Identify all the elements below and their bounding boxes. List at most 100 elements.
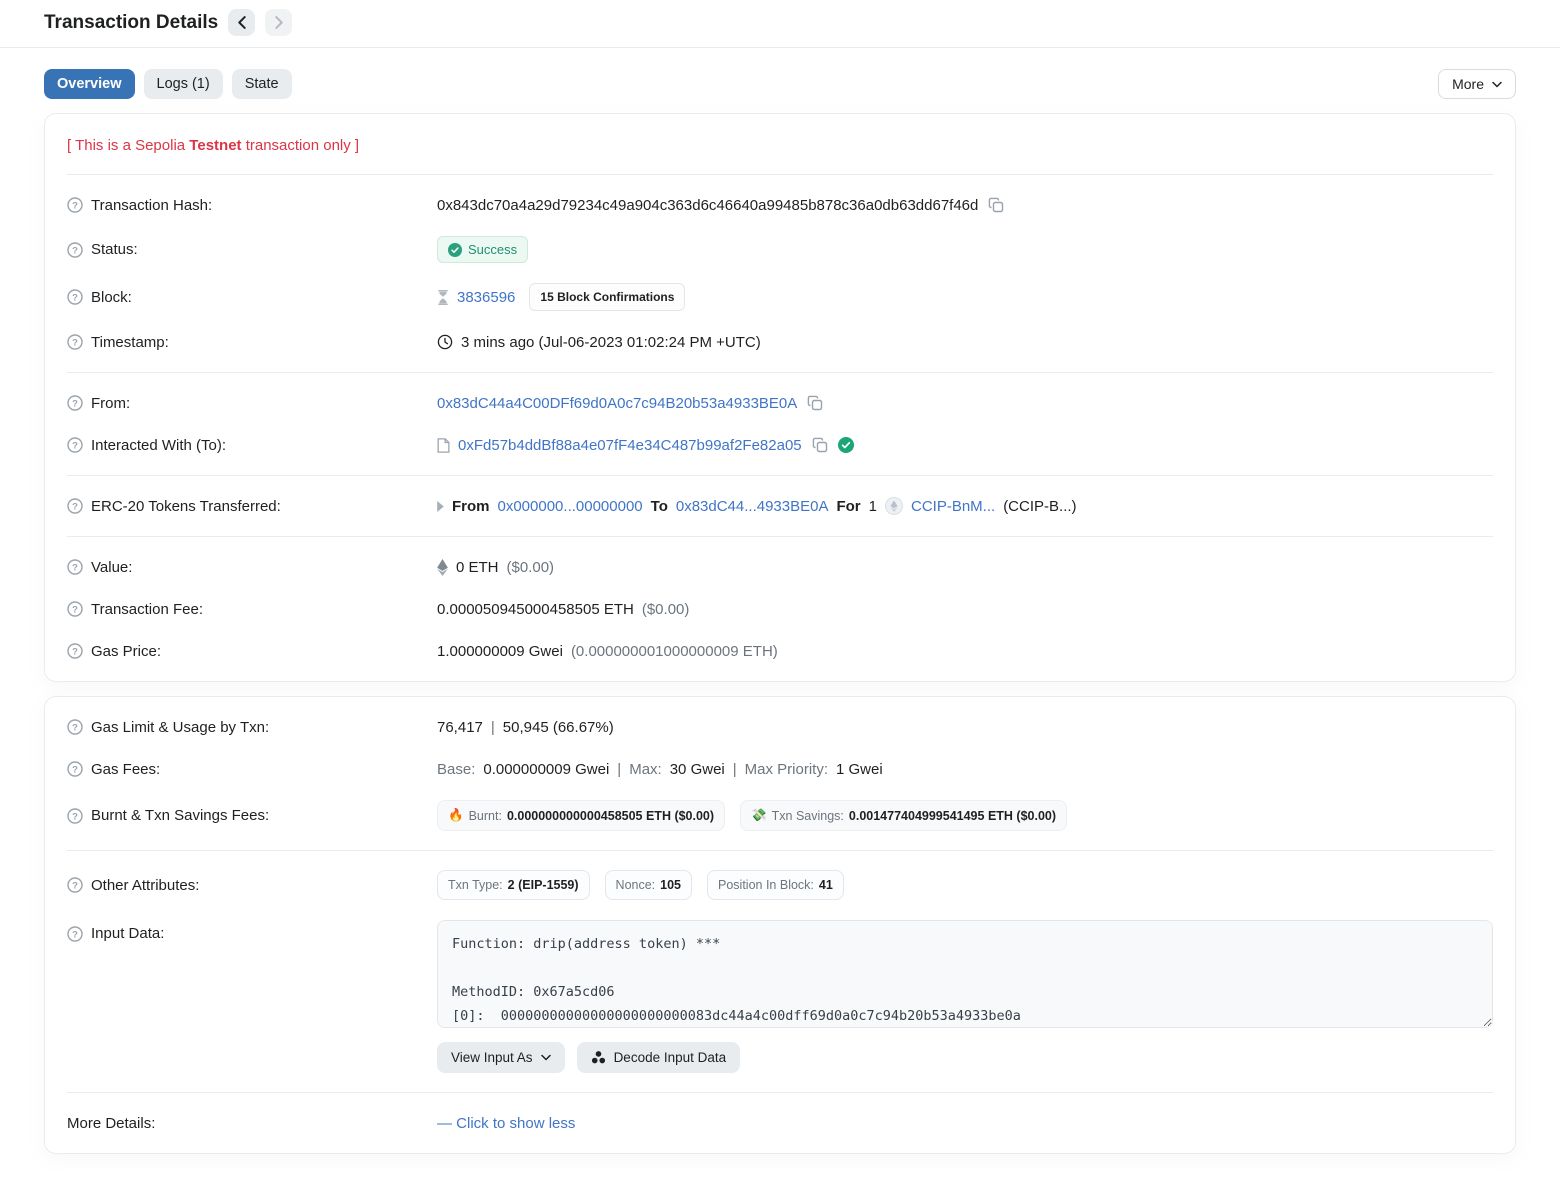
prev-transaction-button[interactable] [228,9,255,36]
copy-from-address-button[interactable] [805,395,825,411]
decode-input-data-label: Decode Input Data [614,1050,727,1065]
copy-to-address-button[interactable] [810,437,830,453]
caret-right-icon [437,501,444,512]
transfer-to-address-link[interactable]: 0x83dC44...4933BE0A [676,498,829,515]
help-icon[interactable]: ? [67,437,83,453]
status-badge: Success [437,236,528,263]
divider [67,536,1493,537]
value-label: ? Value: [67,559,437,576]
fee-usd: ($0.00) [642,601,690,618]
transfer-to-word: To [651,498,668,515]
gas-price-value: 1.000000009 Gwei (0.000000001000000009 E… [437,643,1493,660]
contract-file-icon [437,438,450,453]
help-icon[interactable]: ? [67,877,83,893]
svg-text:?: ? [72,880,78,891]
tab-state[interactable]: State [232,69,292,99]
divider [67,1092,1493,1093]
block-number-link[interactable]: 3836596 [457,289,515,306]
burnt-savings-value: 🔥 Burnt: 0.000000000000458505 ETH ($0.00… [437,800,1493,831]
next-transaction-button[interactable] [265,9,292,36]
block-confirmations-badge: 15 Block Confirmations [529,283,685,311]
erc20-transfers-row: ? ERC-20 Tokens Transferred: From 0x0000… [67,485,1493,527]
block-value: 3836596 15 Block Confirmations [437,283,1493,311]
help-icon[interactable]: ? [67,761,83,777]
help-icon[interactable]: ? [67,926,83,942]
block-label: ? Block: [67,289,437,306]
svg-text:?: ? [72,292,78,303]
help-icon[interactable]: ? [67,395,83,411]
svg-text:?: ? [72,811,78,822]
page-header: Transaction Details [0,0,1560,48]
row-label-text: Other Attributes: [91,877,199,894]
check-circle-icon [448,243,462,257]
help-icon[interactable]: ? [67,289,83,305]
value-value: 0 ETH ($0.00) [437,559,1493,576]
block-row: ? Block: 3836596 15 Block Confirmations [67,273,1493,321]
more-dropdown-button[interactable]: More [1438,69,1516,99]
help-icon[interactable]: ? [67,808,83,824]
transaction-hash-value: 0x843dc70a4a29d79234c49a904c363d6c46640a… [437,197,1493,214]
input-data-textarea[interactable]: Function: drip(address token) *** Method… [437,920,1493,1028]
base-fee: 0.000000009 Gwei [483,761,609,778]
copy-hash-button[interactable] [986,197,1006,213]
svg-text:?: ? [72,722,78,733]
svg-text:?: ? [72,604,78,615]
nonce-badge: Nonce: 105 [605,870,692,900]
txn-type-badge: Txn Type: 2 (EIP-1559) [437,870,590,900]
row-label-text: Value: [91,559,132,576]
status-badge-text: Success [468,242,517,257]
tab-overview[interactable]: Overview [44,69,135,99]
row-label-text: Block: [91,289,132,306]
txn-savings-badge: 💸 Txn Savings: 0.001477404999541495 ETH … [740,800,1067,831]
help-icon[interactable]: ? [67,643,83,659]
row-label-text: Timestamp: [91,334,169,351]
chevron-left-icon [238,16,246,29]
max-fee-label: Max: [629,761,662,778]
savings-label-text: Txn Savings: [772,809,844,823]
row-label-text: Gas Limit & Usage by Txn: [91,719,269,736]
timestamp-label: ? Timestamp: [67,334,437,351]
svg-text:?: ? [72,337,78,348]
eth-value-usd: ($0.00) [507,559,555,576]
burnt-fee-badge: 🔥 Burnt: 0.000000000000458505 ETH ($0.00… [437,800,725,831]
gas-fees-value: Base: 0.000000009 Gwei | Max: 30 Gwei | … [437,761,1493,778]
tabs-toolbar: Overview Logs (1) State More [44,69,1516,99]
transfer-from-address-link[interactable]: 0x000000...00000000 [498,498,643,515]
decode-input-data-button[interactable]: Decode Input Data [577,1042,741,1073]
row-label-text: Gas Price: [91,643,161,660]
fire-icon: 🔥 [448,808,464,823]
svg-text:?: ? [72,200,78,211]
help-icon[interactable]: ? [67,242,83,258]
separator: | [617,761,621,778]
max-fee: 30 Gwei [670,761,725,778]
separator: | [491,719,495,736]
chevron-down-icon [1492,81,1502,88]
from-address-link[interactable]: 0x83dC44a4C00DFf69d0A0c7c94B20b53a4933BE… [437,395,797,412]
help-icon[interactable]: ? [67,498,83,514]
token-name-link[interactable]: CCIP-BnM... [911,498,995,515]
to-address-link[interactable]: 0xFd57b4ddBf88a4e07fF4e34C487b99af2Fe82a… [458,437,802,454]
help-icon[interactable]: ? [67,601,83,617]
row-label-text: Transaction Hash: [91,197,212,214]
tab-logs[interactable]: Logs (1) [144,69,223,99]
help-icon[interactable]: ? [67,719,83,735]
interacted-with-label: ? Interacted With (To): [67,437,437,454]
toggle-details-link[interactable]: — Click to show less [437,1115,575,1132]
max-priority-fee: 1 Gwei [836,761,883,778]
position-in-block-badge: Position In Block: 41 [707,870,844,900]
burnt-savings-label: ? Burnt & Txn Savings Fees: [67,807,437,824]
view-input-as-button[interactable]: View Input As [437,1042,565,1073]
clock-icon [437,334,453,350]
help-icon[interactable]: ? [67,197,83,213]
interacted-with-row: ? Interacted With (To): 0xFd57b4ddBf88a4… [67,424,1493,466]
gas-fees-row: ? Gas Fees: Base: 0.000000009 Gwei | Max… [67,748,1493,790]
decode-icon [591,1050,606,1065]
separator: | [733,761,737,778]
burnt-value-text: 0.000000000000458505 ETH ($0.00) [507,809,714,823]
nonce-label-text: Nonce: [616,878,656,892]
transfer-for-word: For [836,498,860,515]
help-icon[interactable]: ? [67,334,83,350]
row-label-text: Transaction Fee: [91,601,203,618]
help-icon[interactable]: ? [67,559,83,575]
copy-icon [812,437,828,453]
